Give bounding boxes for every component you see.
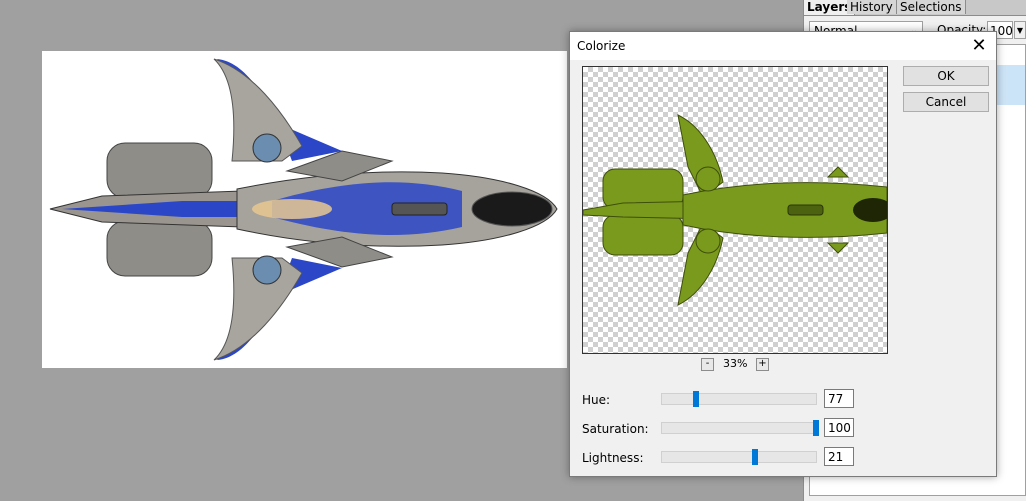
lightness-label: Lightness: [582, 451, 644, 465]
hue-slider-thumb[interactable] [692, 391, 699, 407]
cancel-button[interactable]: Cancel [903, 92, 989, 112]
colorize-dialog: Colorize ✕ OK Cancel - 33% + Hue: 77 Sat… [569, 31, 997, 477]
opacity-dropdown-button[interactable]: ▼ [1014, 21, 1026, 39]
close-button[interactable]: ✕ [962, 32, 996, 60]
preview-ship-image [583, 114, 887, 306]
saturation-slider-thumb[interactable] [813, 420, 819, 436]
ok-button[interactable]: OK [903, 66, 989, 86]
saturation-label: Saturation: [582, 422, 649, 436]
image-canvas[interactable] [42, 51, 567, 368]
saturation-input[interactable]: 100 [824, 418, 854, 437]
zoom-out-button[interactable]: - [701, 358, 714, 371]
zoom-controls: - 33% + [701, 357, 771, 371]
zoom-level: 33% [723, 357, 748, 370]
lightness-input[interactable]: 21 [824, 447, 854, 466]
dialog-title: Colorize [577, 39, 626, 53]
zoom-in-button[interactable]: + [756, 358, 769, 371]
panel-tab-bar: Layers History Selections [804, 0, 1026, 16]
lightness-slider[interactable] [661, 449, 817, 465]
spaceship-image [49, 58, 558, 361]
hue-input[interactable]: 77 [824, 389, 854, 408]
hue-label: Hue: [582, 393, 611, 407]
hue-slider[interactable] [661, 391, 817, 407]
lightness-slider-thumb[interactable] [752, 449, 759, 465]
colorize-preview [582, 66, 888, 354]
tab-selections[interactable]: Selections [897, 0, 966, 14]
tab-history[interactable]: History [847, 0, 897, 14]
dialog-titlebar[interactable]: Colorize ✕ [570, 32, 996, 60]
close-icon: ✕ [971, 35, 987, 56]
saturation-slider[interactable] [661, 420, 819, 436]
